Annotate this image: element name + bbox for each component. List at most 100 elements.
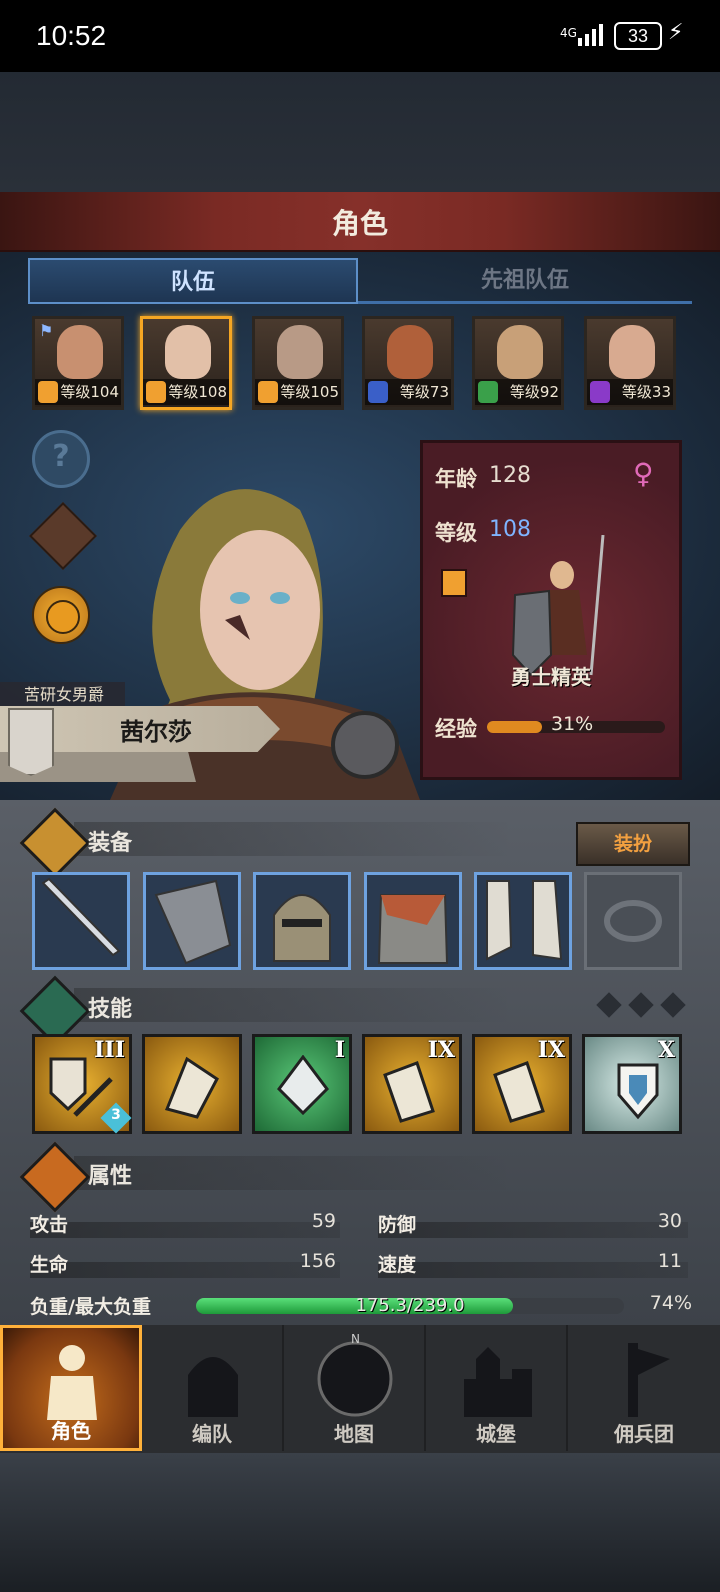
skill-slot[interactable]: X <box>582 1034 682 1134</box>
title-bar: 角色 <box>0 192 720 253</box>
skill-slot[interactable]: III 3 <box>32 1034 132 1134</box>
nav-mercenary[interactable]: 佣兵团 <box>568 1325 720 1451</box>
load-percent: 74% <box>649 1292 692 1314</box>
equipment-header-band <box>74 822 514 856</box>
class-name: 勇士精英 <box>511 665 591 689</box>
attack-label: 攻击 <box>30 1214 69 1236</box>
potion-icon <box>46 600 80 634</box>
helmet-group-icon <box>188 1357 238 1417</box>
ring-icon <box>604 900 662 942</box>
hero-portrait <box>609 325 655 379</box>
signal-icon <box>578 24 603 46</box>
equip-slot-shield[interactable] <box>143 872 241 970</box>
nav-label: 地图 <box>334 1422 374 1446</box>
skill-slot[interactable]: IX <box>472 1034 572 1134</box>
shield-class-icon <box>38 381 58 403</box>
castle-icon <box>464 1347 532 1417</box>
load-bar: 175.3/239.0 <box>196 1295 624 1316</box>
nav-character[interactable]: 角色 <box>0 1325 142 1451</box>
equip-slot-helmet[interactable] <box>253 872 351 970</box>
shield-bash-icon <box>383 1061 435 1123</box>
exp-bar-fill <box>487 721 543 733</box>
age-label: 年龄 <box>435 467 477 491</box>
skill-slot[interactable]: IX <box>362 1034 462 1134</box>
bash-icon <box>164 1056 219 1119</box>
attributes-title: 属性 <box>88 1164 133 1189</box>
equipment-title: 装备 <box>88 831 133 856</box>
top-background <box>0 72 720 192</box>
load-value: 175.3/239.0 <box>355 1295 465 1316</box>
skills-title: 技能 <box>88 997 133 1022</box>
hero-card[interactable]: 等级73 <box>362 316 454 410</box>
equip-slot-weapon[interactable] <box>32 872 130 970</box>
hero-portrait <box>387 325 433 379</box>
sword-icon <box>41 877 121 957</box>
help-button[interactable]: ? <box>32 430 90 488</box>
skill-rank: I <box>334 1037 345 1063</box>
shield-icon <box>154 879 232 965</box>
equip-slot-armor[interactable] <box>364 872 462 970</box>
shield-sword-icon <box>49 1057 113 1117</box>
exp-percent: 31% <box>551 713 594 735</box>
banner-knight-icon <box>628 1343 670 1417</box>
armor-icon <box>377 894 449 964</box>
nav-formation[interactable]: 编队 <box>142 1325 284 1451</box>
shield-bash-icon <box>493 1061 545 1123</box>
boots-icon <box>486 880 563 961</box>
dress-button[interactable]: 装扮 <box>576 822 690 866</box>
hero-card-selected[interactable]: 等级108 <box>140 316 232 410</box>
attributes-header-band <box>74 1156 514 1190</box>
page-title: 角色 <box>331 207 388 240</box>
tab-team[interactable]: 队伍 <box>28 258 358 304</box>
knight-icon <box>47 1345 97 1420</box>
exp-label: 经验 <box>435 717 477 741</box>
bottom-background <box>0 1453 720 1592</box>
nav-label: 城堡 <box>476 1422 516 1446</box>
crystal-icon <box>277 1055 329 1115</box>
attack-value: 59 <box>311 1210 336 1232</box>
info-panel: 年龄 128 ♀ 等级 108 勇士精英 经验 31% <box>420 440 682 780</box>
question-icon: ? <box>52 439 70 474</box>
dagger-class-icon <box>478 381 498 403</box>
nav-label: 角色 <box>51 1419 91 1443</box>
skills-header-band <box>74 988 514 1022</box>
hero-card[interactable]: ⚑ 等级104 <box>32 316 124 410</box>
hero-card[interactable]: 等级33 <box>584 316 676 410</box>
defense-label: 防御 <box>378 1214 417 1236</box>
level-label: 等级 <box>435 521 477 545</box>
potion-button[interactable] <box>32 586 90 644</box>
status-bar: 10:52 4G 33 ⚡ <box>0 0 720 72</box>
hero-card[interactable]: 等级92 <box>472 316 564 410</box>
shield-class-icon <box>441 569 467 597</box>
shield-class-icon <box>258 381 278 403</box>
skill-slot[interactable]: I <box>252 1034 352 1134</box>
nav-label: 编队 <box>192 1422 232 1446</box>
protect-shield-icon <box>617 1063 659 1120</box>
equip-slot-ring[interactable] <box>584 872 682 970</box>
speed-value: 11 <box>657 1250 682 1272</box>
shield-class-icon <box>146 381 166 403</box>
staff-class-icon <box>590 381 610 403</box>
battery-icon: 33 <box>614 22 662 50</box>
skill-slot[interactable] <box>142 1034 242 1134</box>
charging-icon: ⚡ <box>668 20 684 45</box>
female-icon: ♀ <box>633 457 654 490</box>
hero-portrait <box>165 325 211 379</box>
flag-icon: ⚑ <box>39 321 54 340</box>
defense-value: 30 <box>657 1210 682 1232</box>
character-title: 苦研女男爵 <box>0 682 125 708</box>
character-name: 茜尔莎 <box>120 718 192 746</box>
banner-icon[interactable] <box>8 708 54 776</box>
age-value: 128 <box>489 463 531 488</box>
network-label: 4G <box>560 26 577 40</box>
helmet-icon <box>273 894 331 962</box>
tab-ancestor-team[interactable]: 先祖队伍 <box>358 258 692 304</box>
load-label: 负重/最大负重 <box>30 1296 151 1318</box>
nav-map[interactable]: N 地图 <box>284 1325 426 1451</box>
equip-slot-boots[interactable] <box>474 872 572 970</box>
nav-castle[interactable]: 城堡 <box>426 1325 568 1451</box>
hero-card[interactable]: 等级105 <box>252 316 344 410</box>
status-time: 10:52 <box>36 20 107 51</box>
speed-label: 速度 <box>378 1254 417 1276</box>
sword-class-icon <box>368 381 388 403</box>
